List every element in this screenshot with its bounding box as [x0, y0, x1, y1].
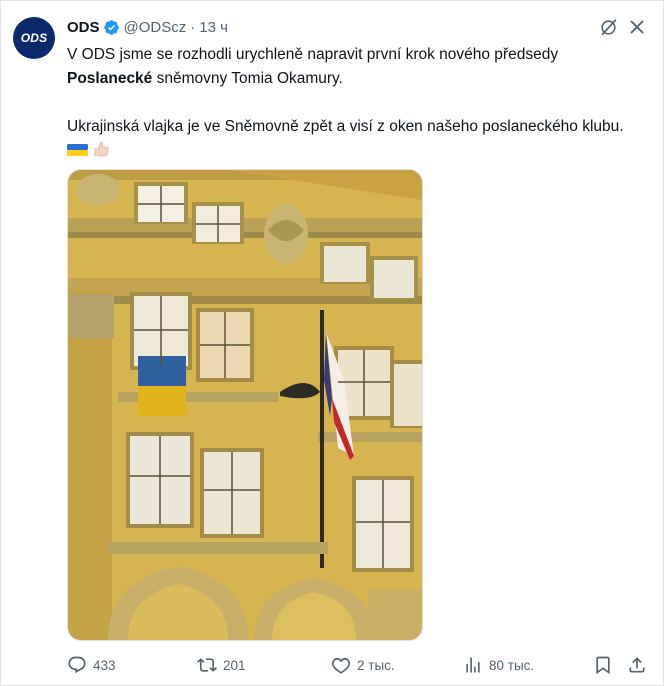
separator-dot: ·: [190, 18, 196, 36]
post-bold-word: Poslanecké: [67, 70, 153, 87]
reply-count: 433: [93, 657, 116, 673]
thumbs-up-emoji-icon: [94, 141, 109, 157]
ukraine-flag-emoji-icon: [67, 144, 88, 156]
post-card[interactable]: ODS ODS @ODScz · 13 ч V ODS jsme se rozh…: [0, 0, 664, 686]
repost-count: 201: [223, 657, 246, 673]
repost-button[interactable]: 201: [197, 653, 246, 677]
views-button[interactable]: 80 тыс.: [463, 653, 534, 677]
post-image[interactable]: [67, 169, 423, 641]
grok-icon[interactable]: [599, 17, 619, 37]
avatar[interactable]: ODS: [13, 17, 55, 59]
like-button[interactable]: 2 тыс.: [331, 653, 395, 677]
like-count: 2 тыс.: [357, 657, 395, 673]
share-button[interactable]: [627, 653, 647, 677]
post-timestamp[interactable]: 13 ч: [199, 19, 228, 36]
action-bar: 433 201 2 тыс. 80 тыс.: [67, 653, 651, 677]
post-text: V ODS jsme se rozhodli urychleně napravi…: [67, 43, 647, 163]
reply-icon: [68, 656, 86, 674]
avatar-logo-text: ODS: [20, 31, 48, 45]
building-with-flags-image: [68, 170, 422, 640]
heart-icon: [331, 657, 351, 674]
share-icon: [629, 657, 645, 673]
post-line-3: Ukrajinská vlajka je ve Sněmovně zpět a …: [67, 118, 624, 135]
bookmark-icon: [596, 656, 610, 675]
post-line-1: V ODS jsme se rozhodli urychleně napravi…: [67, 46, 559, 63]
post-paragraph-1: V ODS jsme se rozhodli urychleně napravi…: [67, 43, 647, 91]
post-line-2: sněmovny Tomia Okamury.: [152, 70, 343, 87]
repost-icon: [197, 658, 217, 672]
author-handle[interactable]: @ODScz: [124, 19, 187, 36]
verified-badge-icon: [103, 19, 119, 35]
analytics-icon: [466, 657, 480, 673]
reply-button[interactable]: 433: [67, 653, 116, 677]
author-name[interactable]: ODS: [67, 19, 100, 36]
post-header: ODS @ODScz · 13 ч: [67, 16, 228, 38]
close-icon[interactable]: [627, 17, 647, 37]
views-count: 80 тыс.: [489, 657, 535, 673]
bookmark-button[interactable]: [593, 653, 613, 677]
post-paragraph-2: Ukrajinská vlajka je ve Sněmovně zpět a …: [67, 115, 647, 163]
